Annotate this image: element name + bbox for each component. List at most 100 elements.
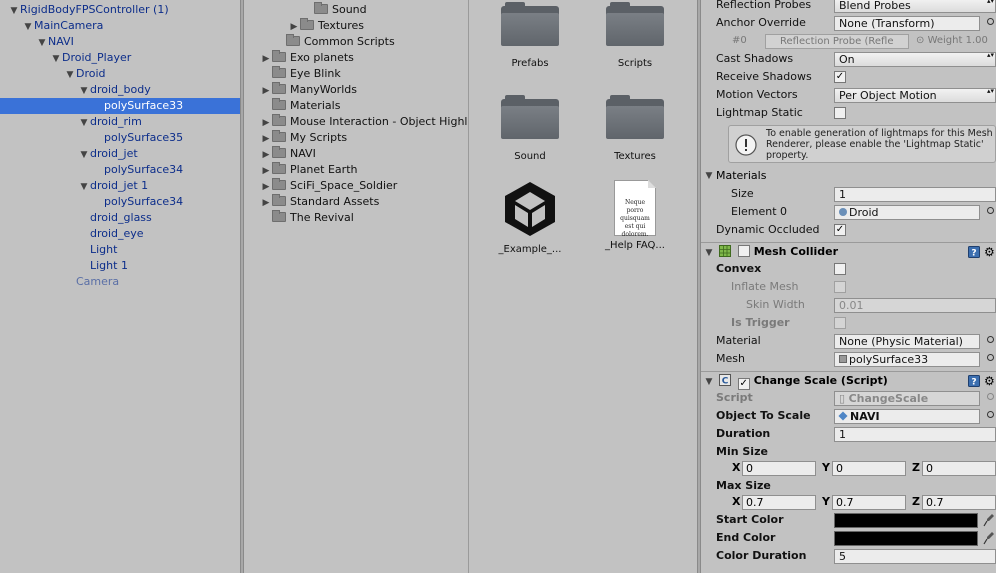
asset-folder-scripts[interactable]: Scripts xyxy=(590,2,680,69)
foldout-closed-icon[interactable]: ▶ xyxy=(260,147,272,163)
folder-tree-item[interactable]: Sound xyxy=(244,2,468,18)
hierarchy-item[interactable]: ▼ NAVI xyxy=(0,34,240,50)
hierarchy-item[interactable]: ▼ droid_jet 1 xyxy=(0,178,240,194)
object-picker-icon[interactable] xyxy=(987,18,994,25)
foldout-open-icon[interactable]: ▼ xyxy=(64,67,76,83)
component-title: Change Scale (Script) xyxy=(753,374,888,387)
mesh-collider-header[interactable]: ▼ Mesh Collider ? ⚙ xyxy=(701,242,996,260)
foldout-open-icon[interactable]: ▼ xyxy=(78,179,90,195)
object-picker-icon[interactable] xyxy=(987,411,994,418)
duration-field[interactable]: 1 xyxy=(834,427,996,442)
foldout-open-icon[interactable]: ▼ xyxy=(50,51,62,67)
hierarchy-item[interactable]: polySurface34 xyxy=(0,194,240,210)
gear-icon[interactable]: ⚙ xyxy=(984,246,996,258)
mesh-collider-enabled-checkbox[interactable] xyxy=(737,245,750,257)
folder-tree-item[interactable]: The Revival xyxy=(244,210,468,226)
element0-field[interactable]: Droid xyxy=(834,205,980,220)
materials-size-field[interactable]: 1 xyxy=(834,187,996,202)
hierarchy-item[interactable]: ▼ RigidBodyFPSController (1) xyxy=(0,2,240,18)
hierarchy-item[interactable]: Light xyxy=(0,242,240,258)
convex-checkbox[interactable] xyxy=(834,263,846,275)
hierarchy-item[interactable]: ▼ Droid_Player xyxy=(0,50,240,66)
object-to-scale-field[interactable]: NAVI xyxy=(834,409,980,424)
folder-tree-item[interactable]: ▶ Planet Earth xyxy=(244,162,468,178)
change-scale-header[interactable]: ▼ C ✓ Change Scale (Script) ? ⚙ xyxy=(701,371,996,390)
collider-material-field[interactable]: None (Physic Material) xyxy=(834,334,980,349)
foldout-open-icon[interactable]: ▼ xyxy=(78,83,90,99)
foldout-closed-icon[interactable]: ▶ xyxy=(260,83,272,99)
dropdown-value: Per Object Motion xyxy=(839,89,937,102)
folder-tree-item[interactable]: ▶ My Scripts xyxy=(244,130,468,146)
field-label: Color Duration xyxy=(716,549,807,562)
dynamic-occluded-checkbox[interactable]: ✓ xyxy=(834,224,846,236)
hierarchy-item[interactable]: Light 1 xyxy=(0,258,240,274)
hierarchy-item[interactable]: ▼ droid_body xyxy=(0,82,240,98)
inflate-mesh-checkbox[interactable] xyxy=(834,281,846,293)
folder-tree-item[interactable]: ▶ SciFi_Space_Soldier xyxy=(244,178,468,194)
foldout-closed-icon[interactable]: ▶ xyxy=(260,179,272,195)
asset-scene-example[interactable]: _Example_... xyxy=(485,180,575,255)
folder-tree-item[interactable]: Eye Blink xyxy=(244,66,468,82)
foldout-closed-icon[interactable]: ▶ xyxy=(288,19,300,35)
receive-shadows-checkbox[interactable]: ✓ xyxy=(834,71,846,83)
folder-tree-item[interactable]: ▶ ManyWorlds xyxy=(244,82,468,98)
folder-tree-item[interactable]: Materials xyxy=(244,98,468,114)
object-picker-icon[interactable] xyxy=(987,354,994,361)
end-color-swatch[interactable] xyxy=(834,531,978,546)
color-duration-field[interactable]: 5 xyxy=(834,549,996,564)
gear-icon[interactable]: ⚙ xyxy=(984,375,996,387)
lightmap-static-checkbox[interactable] xyxy=(834,107,846,119)
asset-folder-textures[interactable]: Textures xyxy=(590,95,680,162)
folder-tree-item[interactable]: ▶ Standard Assets xyxy=(244,194,468,210)
materials-foldout[interactable]: ▼ Materials xyxy=(701,167,996,185)
reflection-probes-dropdown[interactable]: Blend Probes xyxy=(834,0,996,13)
folder-tree-item[interactable]: ▶ Exo planets xyxy=(244,50,468,66)
hierarchy-item[interactable]: polySurface34 xyxy=(0,162,240,178)
foldout-closed-icon[interactable]: ▶ xyxy=(260,195,272,211)
anchor-override-field[interactable]: None (Transform) xyxy=(834,16,980,31)
foldout-open-icon[interactable]: ▼ xyxy=(78,115,90,131)
hierarchy-item[interactable]: ▼ MainCamera xyxy=(0,18,240,34)
field-value: Weight 1.00 xyxy=(927,35,988,46)
hierarchy-item[interactable]: Camera xyxy=(0,274,240,290)
help-book-icon[interactable]: ? xyxy=(968,246,980,258)
asset-folder-sound[interactable]: Sound xyxy=(485,95,575,162)
folder-tree-item[interactable]: ▶ Textures xyxy=(244,18,468,34)
asset-folder-prefabs[interactable]: Prefabs xyxy=(485,2,575,69)
hierarchy-item[interactable]: polySurface33 xyxy=(0,98,240,114)
foldout-open-icon[interactable]: ▼ xyxy=(78,147,90,163)
skin-width-field[interactable]: 0.01 xyxy=(834,298,996,313)
foldout-open-icon[interactable]: ▼ xyxy=(8,3,20,19)
hierarchy-item[interactable]: droid_eye xyxy=(0,226,240,242)
help-book-icon[interactable]: ? xyxy=(968,375,980,387)
folder-tree-item[interactable]: ▶ NAVI xyxy=(244,146,468,162)
hierarchy-item-label: NAVI xyxy=(48,35,74,48)
hierarchy-item[interactable]: ▼ droid_rim xyxy=(0,114,240,130)
foldout-closed-icon[interactable]: ▶ xyxy=(260,131,272,147)
collider-mesh-field[interactable]: polySurface33 xyxy=(834,352,980,367)
eyedropper-icon[interactable] xyxy=(983,531,995,545)
foldout-open-icon[interactable]: ▼ xyxy=(22,19,34,35)
hierarchy-item[interactable]: ▼ droid_jet xyxy=(0,146,240,162)
foldout-closed-icon[interactable]: ▶ xyxy=(260,115,272,131)
hierarchy-item[interactable]: droid_glass xyxy=(0,210,240,226)
cast-shadows-dropdown[interactable]: On xyxy=(834,52,996,67)
is-trigger-checkbox[interactable] xyxy=(834,317,846,329)
foldout-open-icon[interactable]: ▼ xyxy=(36,35,48,51)
eyedropper-icon[interactable] xyxy=(983,513,995,527)
object-picker-icon[interactable] xyxy=(987,336,994,343)
motion-vectors-dropdown[interactable]: Per Object Motion xyxy=(834,88,996,103)
foldout-closed-icon[interactable]: ▶ xyxy=(260,51,272,67)
asset-label: Textures xyxy=(614,151,656,162)
hierarchy-item[interactable]: polySurface35 xyxy=(0,130,240,146)
folder-tree-item[interactable]: Common Scripts xyxy=(244,34,468,50)
hierarchy-item[interactable]: ▼ Droid xyxy=(0,66,240,82)
folder-tree-item[interactable]: ▶ Mouse Interaction - Object Highl xyxy=(244,114,468,130)
foldout-closed-icon[interactable]: ▶ xyxy=(260,163,272,179)
object-picker-icon[interactable] xyxy=(987,207,994,214)
folder-tree-label: The Revival xyxy=(290,211,354,224)
hierarchy-item-label: RigidBodyFPSController (1) xyxy=(20,3,169,16)
convex-row: Convex xyxy=(701,260,996,278)
asset-doc-help[interactable]: Neque porro quisquam est qui dolorem. _H… xyxy=(590,180,680,251)
start-color-swatch[interactable] xyxy=(834,513,978,528)
